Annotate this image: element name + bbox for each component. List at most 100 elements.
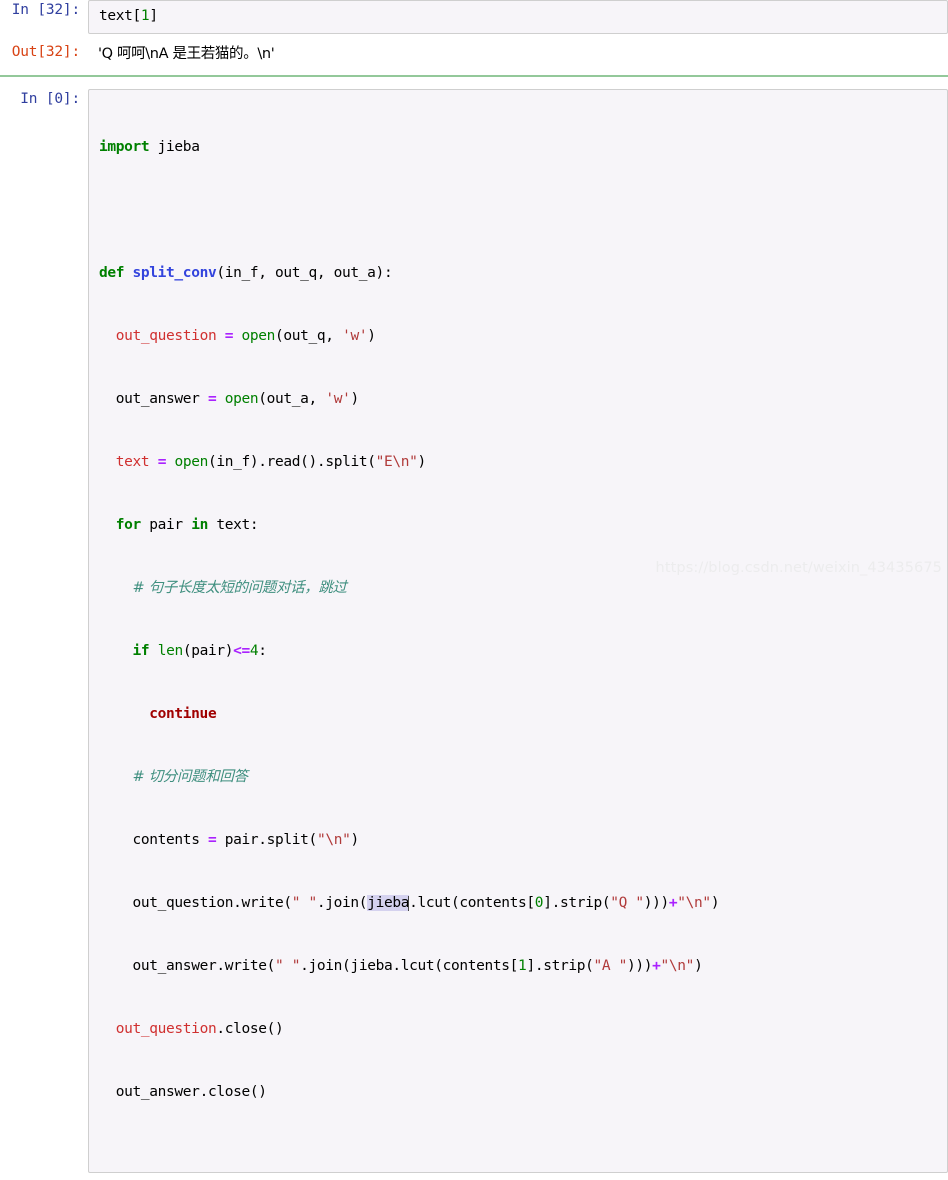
token-continue-keyword: continue: [149, 706, 217, 722]
token-closing-parens: ))): [627, 958, 653, 974]
token-number-1: 1: [518, 958, 527, 974]
token-paren-close: ): [350, 832, 359, 848]
notebook-cell-in-32[interactable]: In [32]: text[1]: [0, 0, 948, 34]
token-text-iter: text:: [207, 517, 259, 533]
code-line: out_answer = open(out_a, 'w'): [99, 389, 941, 410]
token-lcut-call: .lcut(contents[: [392, 958, 519, 974]
token-bracket-open: [: [132, 8, 142, 24]
token-text-var: text: [115, 454, 150, 470]
token-module-jieba: jieba: [157, 139, 200, 155]
token-assign: =: [157, 454, 167, 470]
token-out-answer-close: out_answer: [115, 1084, 200, 1100]
token-string-w: 'w': [325, 391, 351, 407]
token-string-space: " ": [291, 895, 317, 911]
notebook-output-32: Out[32]: 'Q 呵呵\nA 是王若猫的。\n': [0, 42, 948, 67]
token-read-split: (in_f).read().split(: [208, 454, 376, 470]
code-content: text[1]: [99, 6, 941, 27]
token-close-call: .close(): [199, 1084, 267, 1100]
code-line: out_answer.write(" ".join(jieba.lcut(con…: [99, 956, 941, 977]
token-number-0: 0: [534, 895, 544, 911]
token-write-call: .write(: [233, 895, 292, 911]
token-le-operator: <=: [233, 643, 250, 659]
token-string-newline-2: "\n": [677, 895, 711, 911]
notebook-cell-split-conv[interactable]: In [0]: import jieba def split_conv(in_f…: [0, 89, 948, 1173]
token-jieba-highlighted[interactable]: jieba: [367, 895, 409, 911]
prompt-out-32: Out[32]:: [11, 44, 80, 60]
token-write-call: .write(: [216, 958, 276, 974]
code-line: out_question.close(): [99, 1019, 941, 1040]
token-assign: =: [207, 832, 217, 848]
code-line: for pair in text:: [99, 515, 941, 536]
token-bracket-close: ]: [149, 8, 158, 24]
token-string-en: "E\n": [375, 454, 418, 470]
code-line: out_question = open(out_q, 'w'): [99, 326, 941, 347]
code-line: # 句子长度太短的问题对话，跳过: [99, 578, 941, 599]
token-lcut-call: .lcut(contents[: [409, 895, 535, 911]
token-if-keyword: if: [132, 643, 150, 659]
output-area: 'Q 呵呵\nA 是王若猫的。\n': [88, 42, 948, 67]
code-input-area[interactable]: text[1]: [88, 0, 948, 34]
token-string-w: 'w': [342, 328, 368, 344]
token-string-newline: "\n": [316, 832, 351, 848]
code-line: def split_conv(in_f, out_q, out_a):: [99, 263, 941, 284]
notebook-container: In [32]: text[1] Out[32]: 'Q 呵呵\nA 是王若猫的…: [0, 0, 948, 1180]
token-in-keyword: in: [191, 517, 208, 533]
token-out-answer: out_answer: [115, 391, 200, 407]
token-comment-1: # 句子长度太短的问题对话，跳过: [132, 580, 348, 596]
token-string-space: " ": [275, 958, 301, 974]
token-closing-parens: ))): [643, 895, 669, 911]
token-signature: (in_f, out_q, out_a):: [216, 265, 393, 281]
code-line: contents = pair.split("\n"): [99, 830, 941, 851]
token-assign: =: [224, 328, 234, 344]
code-line: import jieba: [99, 137, 941, 158]
code-line: text = open(in_f).read().split("E\n"): [99, 452, 941, 473]
token-paren-close: ): [694, 958, 703, 974]
token-text: text: [99, 8, 133, 24]
token-len-builtin: len: [157, 643, 183, 659]
token-string-a: "A ": [593, 958, 628, 974]
token-function-name: split_conv: [132, 265, 217, 281]
code-input-area[interactable]: import jieba def split_conv(in_f, out_q,…: [88, 89, 948, 1173]
token-string-q: "Q ": [610, 895, 644, 911]
token-paren-close: ): [367, 328, 376, 344]
token-number-4: 4: [249, 643, 259, 659]
token-strip-call: ].strip(: [526, 958, 594, 974]
token-def-keyword: def: [99, 265, 125, 281]
token-paren-close: ): [350, 391, 359, 407]
token-out-question: out_question: [115, 328, 217, 344]
token-pair-var: pair: [140, 517, 192, 533]
token-plus-operator: +: [652, 958, 661, 974]
token-args: (out_a,: [258, 391, 326, 407]
token-string-newline-2: "\n": [660, 958, 695, 974]
code-line: out_question.write(" ".join(jieba.lcut(c…: [99, 893, 941, 914]
code-line: continue: [99, 704, 941, 725]
token-len-arg: (pair): [182, 643, 234, 659]
output-text: 'Q 呵呵\nA 是王若猫的。\n': [98, 46, 275, 62]
token-plus-operator: +: [668, 895, 678, 911]
token-open-builtin: open: [174, 454, 208, 470]
token-comment-2: # 切分问题和回答: [132, 769, 248, 785]
code-line: out_answer.close(): [99, 1082, 941, 1103]
code-line: text[1]: [99, 6, 941, 27]
token-out-answer-write: out_answer: [132, 958, 217, 974]
code-content: import jieba def split_conv(in_f, out_q,…: [99, 95, 941, 1166]
code-line: if len(pair)<=4:: [99, 641, 941, 662]
token-for-keyword: for: [115, 517, 141, 533]
token-out-question-close: out_question: [115, 1021, 217, 1037]
token-join-call: .join(: [300, 958, 351, 974]
token-open-builtin: open: [241, 328, 276, 344]
code-line: # 切分问题和回答: [99, 767, 941, 788]
token-paren-close: ): [710, 895, 720, 911]
token-paren-close: ): [417, 454, 427, 470]
token-pair-split: pair.split(: [224, 832, 318, 848]
token-out-question-write: out_question: [132, 895, 234, 911]
prompt-in-0-a: In [0]:: [20, 91, 80, 107]
token-assign: =: [207, 391, 217, 407]
token-open-builtin: open: [224, 391, 259, 407]
token-strip-call: ].strip(: [543, 895, 611, 911]
